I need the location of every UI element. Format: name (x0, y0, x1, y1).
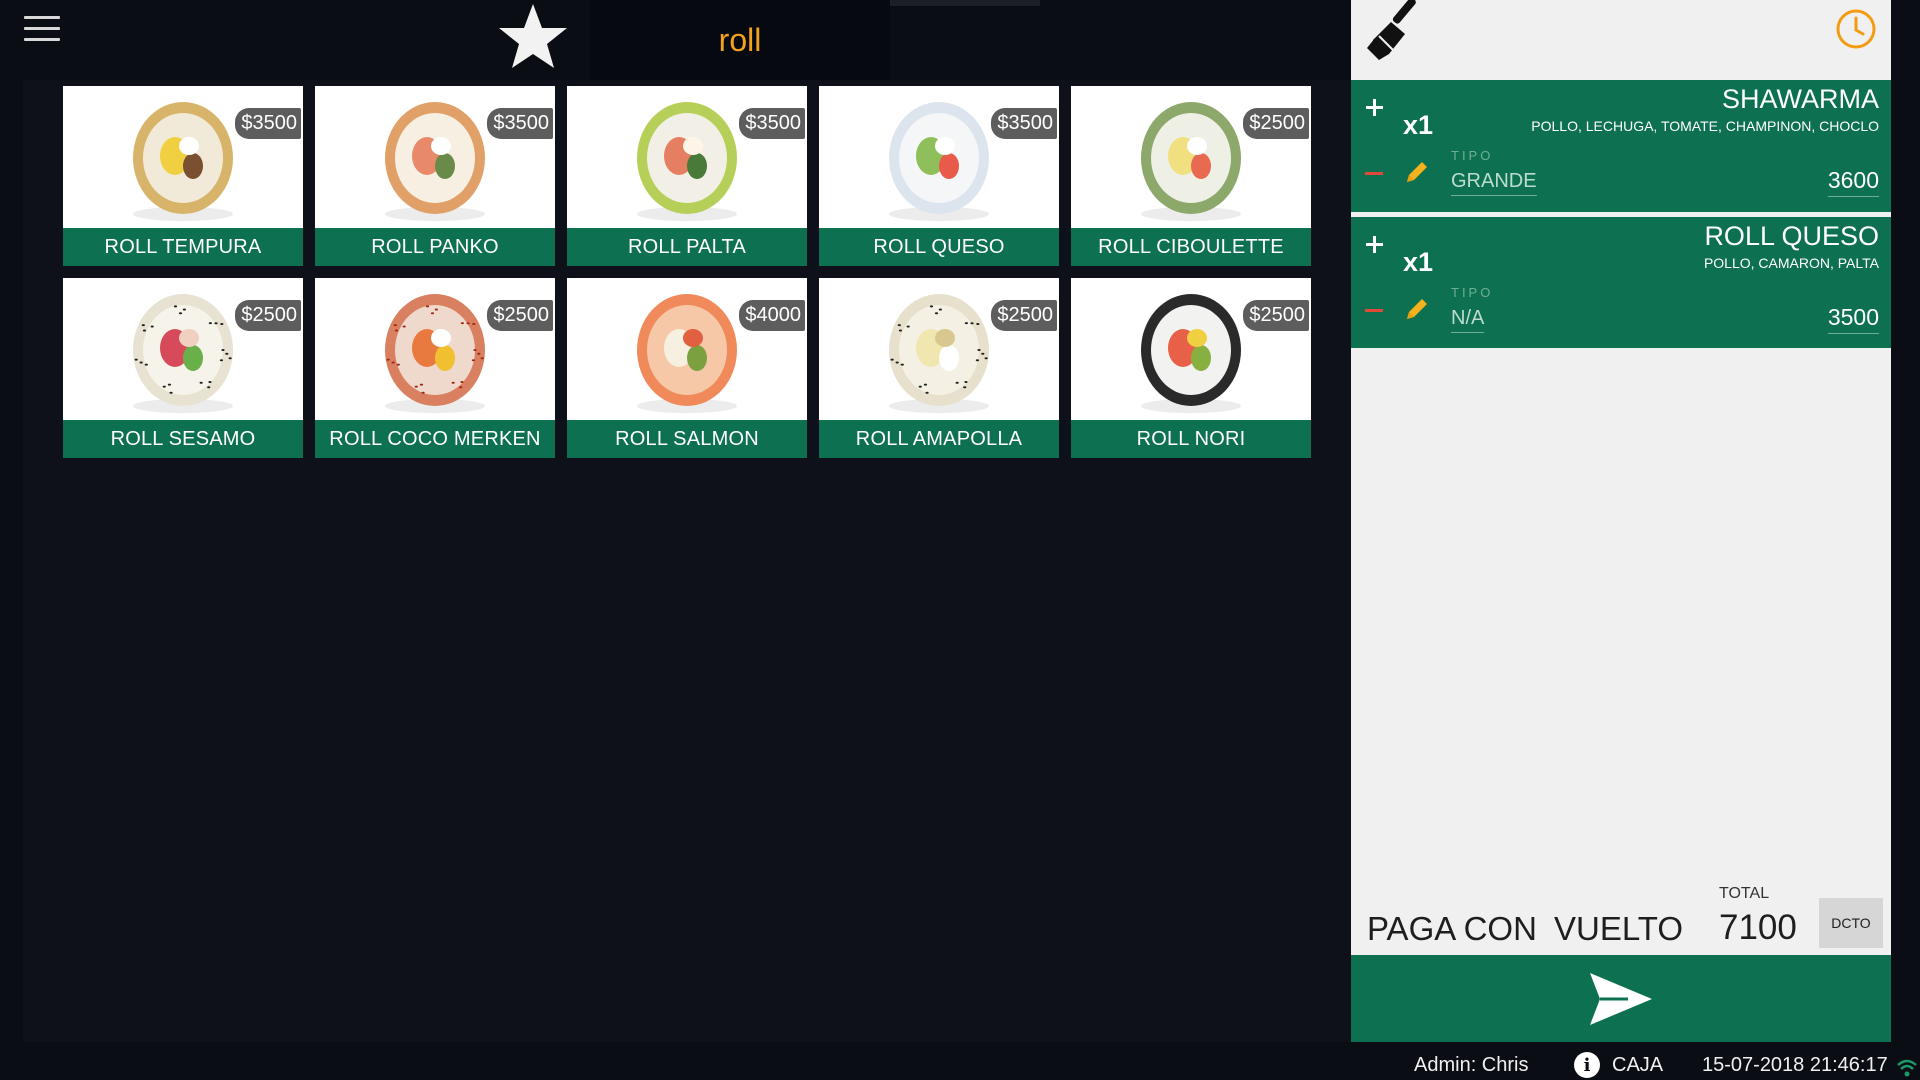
product-name: ROLL SALMON (567, 420, 807, 458)
send-order-button[interactable] (1351, 955, 1891, 1042)
product-card[interactable]: $2500 ROLL SESAMO (63, 278, 303, 458)
search-divider (880, 0, 1040, 6)
search-box (590, 0, 890, 80)
product-price: $4000 (739, 300, 805, 331)
product-name: ROLL COCO MERKEN (315, 420, 555, 458)
tipo-label: TIPO (1451, 285, 1494, 300)
product-name: ROLL AMAPOLLA (819, 420, 1059, 458)
search-input[interactable] (590, 18, 890, 62)
total-value: 7100 (1719, 908, 1797, 947)
item-qty: x1 (1403, 110, 1434, 140)
product-name: ROLL NORI (1071, 420, 1311, 458)
order-item[interactable]: x1 ROLL QUESO POLLO, CAMARON, PALTA TIPO… (1351, 217, 1891, 348)
product-name: ROLL TEMPURA (63, 228, 303, 266)
status-bar: Admin: Chris i CAJA 15-07-2018 21:46:17 (0, 1042, 1920, 1080)
wifi-icon (1897, 1059, 1917, 1077)
decrease-qty-button[interactable] (1365, 172, 1383, 175)
tipo-label: TIPO (1451, 148, 1494, 163)
product-price: $2500 (235, 300, 301, 331)
product-grid: $3500 ROLL TEMPURA $3500 ROLL PANKO $3500 R… (63, 86, 1311, 458)
increase-qty-button[interactable] (1365, 98, 1385, 118)
clear-order-broom-icon[interactable] (1365, 0, 1429, 62)
hamburger-menu-icon[interactable] (24, 16, 60, 44)
paga-con-field[interactable]: PAGA CON (1367, 910, 1537, 948)
product-price: $2500 (991, 300, 1057, 331)
product-area: $3500 ROLL TEMPURA $3500 ROLL PANKO $3500 R… (23, 80, 1351, 1042)
tipo-value[interactable]: GRANDE (1451, 170, 1537, 196)
product-name: ROLL SESAMO (63, 420, 303, 458)
order-panel-header (1351, 0, 1891, 80)
item-price[interactable]: 3500 (1827, 304, 1879, 334)
product-price: $3500 (235, 108, 301, 139)
product-card[interactable]: $3500 ROLL QUESO (819, 86, 1059, 266)
tipo-value[interactable]: N/A (1451, 307, 1485, 333)
item-price[interactable]: 3600 (1827, 167, 1879, 197)
order-history-clock-icon[interactable] (1835, 8, 1877, 50)
product-card[interactable]: $2500 ROLL AMAPOLLA (819, 278, 1059, 458)
discount-button[interactable]: DCTO (1819, 898, 1883, 948)
admin-user: Admin: Chris (1414, 1054, 1529, 1076)
favorites-star-icon[interactable] (497, 2, 569, 70)
order-item[interactable]: x1 SHAWARMA POLLO, LECHUGA, TOMATE, CHAM… (1351, 80, 1891, 212)
product-card[interactable]: $2500 ROLL NORI (1071, 278, 1311, 458)
edit-pencil-icon[interactable] (1403, 158, 1431, 186)
item-name: ROLL QUESO (1704, 221, 1879, 251)
product-card[interactable]: $4000 ROLL SALMON (567, 278, 807, 458)
datetime: 15-07-2018 21:46:17 (1702, 1054, 1888, 1076)
product-name: ROLL CIBOULETTE (1071, 228, 1311, 266)
item-description: POLLO, LECHUGA, TOMATE, CHAMPINON, CHOCL… (1531, 118, 1879, 134)
product-name: ROLL PALTA (567, 228, 807, 266)
order-panel: x1 SHAWARMA POLLO, LECHUGA, TOMATE, CHAM… (1351, 0, 1891, 1042)
product-price: $3500 (739, 108, 805, 139)
product-name: ROLL PANKO (315, 228, 555, 266)
vuelto-field[interactable]: VUELTO (1554, 910, 1683, 948)
product-card[interactable]: $3500 ROLL PALTA (567, 86, 807, 266)
total-label: TOTAL (1719, 885, 1770, 902)
info-icon[interactable]: i (1574, 1052, 1600, 1078)
decrease-qty-button[interactable] (1365, 309, 1383, 312)
item-description: POLLO, CAMARON, PALTA (1703, 255, 1879, 271)
product-price: $3500 (487, 108, 553, 139)
product-card[interactable]: $2500 ROLL CIBOULETTE (1071, 86, 1311, 266)
increase-qty-button[interactable] (1365, 235, 1385, 255)
product-name: ROLL QUESO (819, 228, 1059, 266)
item-qty: x1 (1403, 247, 1434, 277)
send-arrow-icon (1590, 972, 1652, 1025)
item-name: SHAWARMA (1721, 84, 1879, 114)
order-summary: PAGA CON VUELTO TOTAL 7100 DCTO (1351, 880, 1891, 955)
product-card[interactable]: $3500 ROLL PANKO (315, 86, 555, 266)
top-bar (0, 0, 1351, 80)
product-price: $2500 (487, 300, 553, 331)
product-price: $3500 (991, 108, 1057, 139)
product-price: $2500 (1243, 108, 1309, 139)
product-card[interactable]: $3500 ROLL TEMPURA (63, 86, 303, 266)
edit-pencil-icon[interactable] (1403, 295, 1431, 323)
product-price: $2500 (1243, 300, 1309, 331)
caja-label: CAJA (1612, 1054, 1664, 1076)
product-card[interactable]: $2500 ROLL COCO MERKEN (315, 278, 555, 458)
